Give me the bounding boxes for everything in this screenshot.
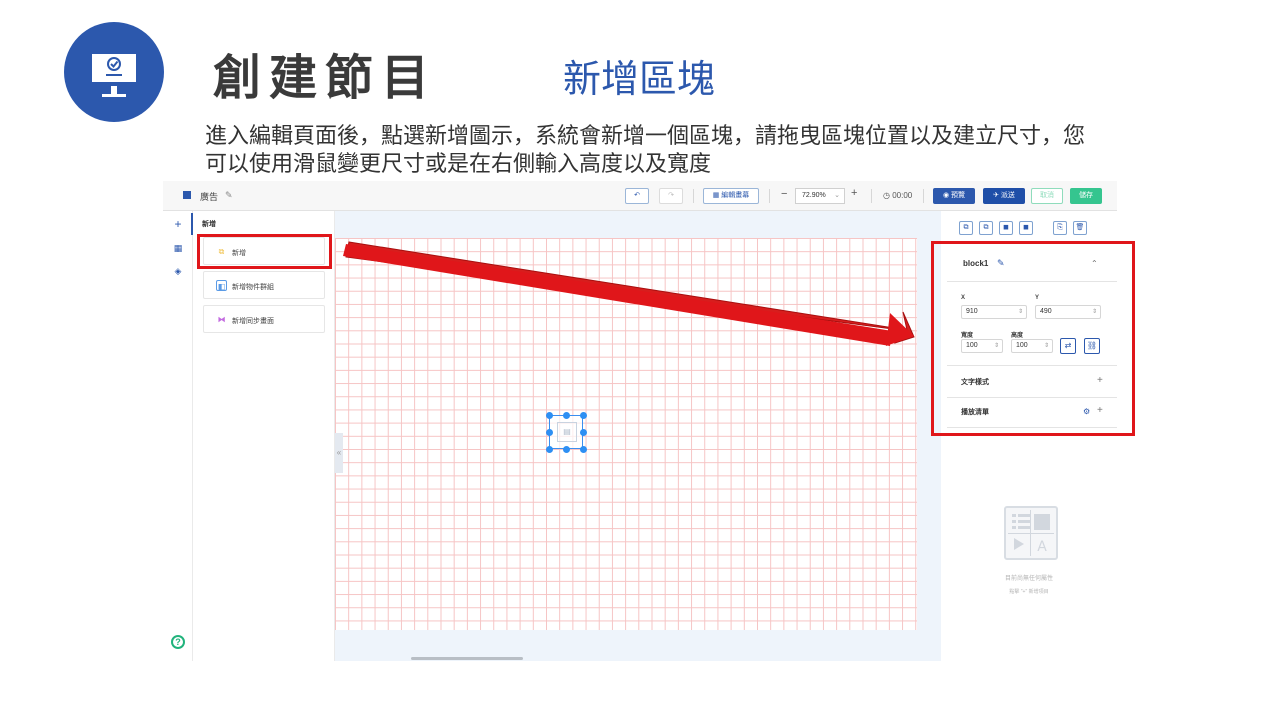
annotation-arrow [343,241,915,346]
slide: 創建節目 新增區塊 進入編輯頁面後，點選新增圖示，系統會新增一個區塊，請拖曳區塊… [0,0,1280,720]
